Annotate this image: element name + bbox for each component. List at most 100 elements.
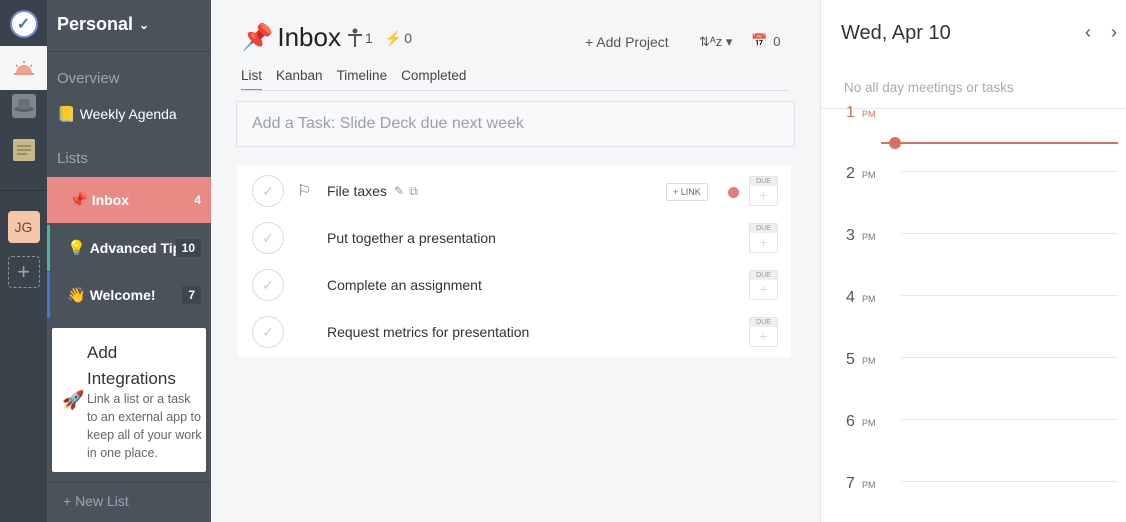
sidebar-item-inbox[interactable]: 📌 Inbox 4 [47,177,211,223]
pencil-icon[interactable]: ✎ [394,184,404,199]
sidebar-divider [47,51,211,52]
task-name[interactable]: File taxes [327,183,387,199]
calendar-count: 0 [773,33,781,49]
due-date-button[interactable]: DUE + [749,176,778,206]
list-stats: 1 ⚡ 0 [347,28,412,48]
sidebar: Personal ⌄ Overview 📒 Weekly Agenda List… [47,0,211,522]
user-button[interactable]: JG [0,205,47,249]
list-title: Inbox [277,22,341,52]
task-row[interactable]: ✓ Request metrics for presentation DUE + [238,308,791,355]
sidebar-item-label: Welcome! [89,287,156,303]
members-button[interactable]: 1 [347,28,373,48]
task-actions: ✎ ⧉ [394,184,418,199]
workspace-name: Personal [57,14,134,34]
hour-label: 5 PM [846,351,876,368]
sidebar-item-advanced-tips[interactable]: 💡 Advanced Tips 10 [47,225,211,271]
tab-kanban[interactable]: Kanban [276,68,323,91]
plus-icon: + [759,187,768,203]
sort-button[interactable]: ⇅ᴬz ▾ [699,34,732,50]
task-checkbox[interactable]: ✓ [252,175,284,207]
due-date-button[interactable]: DUE + [749,317,778,347]
item-count: 10 [175,239,201,257]
person-icon [348,28,362,47]
due-date-button[interactable]: DUE + [749,223,778,253]
due-label: DUE [750,318,777,327]
sidebar-item-weekly-agenda[interactable]: 📒 Weekly Agenda [47,92,211,136]
plus-icon: + [759,281,768,297]
add-project-button[interactable]: + Add Project [585,34,669,50]
hour-line[interactable] [901,357,1118,358]
integrations-title: Add Integrations [87,343,176,388]
priority-dot[interactable] [728,187,739,198]
lightbulb-icon: 💡 [67,240,86,257]
due-date-button[interactable]: DUE + [749,270,778,300]
hour-line[interactable] [901,233,1118,234]
hour-label: 6 PM [846,413,876,430]
task-checkbox[interactable]: ✓ [252,222,284,254]
chevron-left-icon[interactable]: ‹ [1085,22,1091,43]
task-row[interactable]: ✓ Complete an assignment DUE + [238,261,791,308]
current-time-dot [889,137,901,149]
notepad-icon: 📒 [57,106,76,123]
check-icon: ✓ [262,229,274,246]
task-row[interactable]: ✓ ⚐ File taxes ✎ ⧉ + LINK DUE + [238,167,791,214]
tab-completed[interactable]: Completed [401,68,466,91]
calendar-panel: Wed, Apr 10 ‹ › No all day meetings or t… [820,0,1126,522]
page-title: 📌 Inbox [241,22,341,53]
hour-label: 2 PM [846,165,876,182]
task-checkbox[interactable]: ✓ [252,316,284,348]
notepad-icon [12,139,35,161]
chevron-right-icon[interactable]: › [1111,22,1117,43]
app-logo-icon: ✓ [9,10,38,38]
all-day-empty-text: No all day meetings or tasks [844,80,1014,95]
pushpin-icon: 📌 [69,192,88,209]
hour-line[interactable] [901,481,1118,482]
task-row[interactable]: ✓ Put together a presentation DUE + [238,214,791,261]
hour-line[interactable] [901,171,1118,172]
sidebar-item-label: Advanced Tips [89,240,190,256]
chevron-down-icon: ⌄ [139,17,150,32]
copy-icon[interactable]: ⧉ [409,184,418,199]
tab-list[interactable]: List [241,68,263,91]
task-list: ✓ ⚐ File taxes ✎ ⧉ + LINK DUE + ✓ Put to… [238,165,791,357]
app-logo[interactable]: ✓ [0,2,47,46]
item-count: 4 [194,193,201,207]
calendar-icon: 📅 [751,33,768,48]
sort-icon: ⇅ᴬz ▾ [699,34,733,49]
notes-button[interactable] [0,128,47,172]
link-button[interactable]: + LINK [666,183,708,201]
hat-button[interactable] [0,84,47,128]
new-list-button[interactable]: + New List [63,493,129,509]
today-sun-icon [13,61,34,75]
sidebar-item-welcome[interactable]: 👋 Welcome! 7 [47,272,211,318]
tab-timeline[interactable]: Timeline [337,68,388,91]
plus-icon: + [7,256,40,288]
add-task-input[interactable] [236,101,795,147]
plus-icon: + [759,234,768,250]
lists-label: Lists [57,150,88,167]
task-name[interactable]: Request metrics for presentation [327,324,529,340]
workspace-switcher[interactable]: Personal ⌄ [57,14,149,35]
flag-icon[interactable]: ⚐ [297,181,311,201]
wave-icon: 👋 [67,287,86,304]
due-label: DUE [750,177,777,186]
hour-label: 1 PM [846,104,876,121]
hour-label: 7 PM [846,475,876,492]
task-name[interactable]: Complete an assignment [327,277,482,293]
due-label: DUE [750,224,777,233]
current-time-line [881,142,1118,144]
hour-line[interactable] [901,295,1118,296]
plus-icon: + [759,328,768,344]
add-workspace-button[interactable]: + [0,250,47,294]
pushpin-icon: 📌 [241,22,274,52]
calendar-button[interactable]: 📅 0 [751,33,780,49]
task-name[interactable]: Put together a presentation [327,230,496,246]
overview-label[interactable]: Overview [57,70,120,87]
hour-label: 3 PM [846,227,876,244]
check-icon: ✓ [262,276,274,293]
hour-line[interactable] [901,419,1118,420]
task-checkbox[interactable]: ✓ [252,269,284,301]
integrations-card[interactable]: 🚀 Add Integrations Link a list or a task… [52,328,206,472]
power-button[interactable]: ⚡ 0 [385,28,412,48]
due-label: DUE [750,271,777,280]
